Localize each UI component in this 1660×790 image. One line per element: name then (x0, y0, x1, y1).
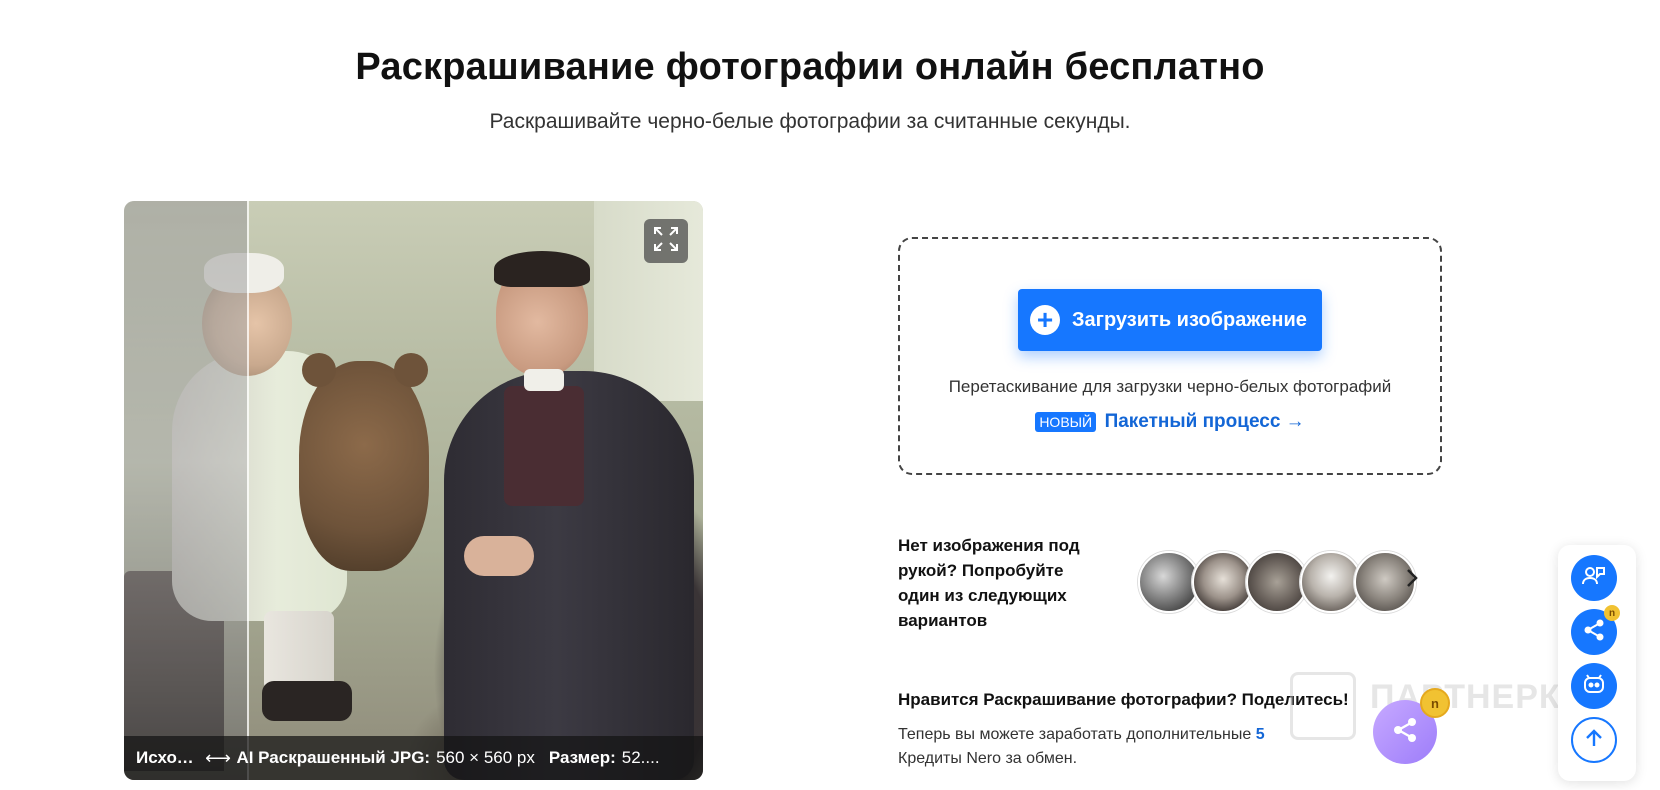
support-icon (1581, 563, 1607, 594)
comparison-preview[interactable]: Исходн... ⟷ AI Раскрашенный JPG: 560 × 5… (124, 201, 703, 780)
coin-icon: n (1420, 688, 1450, 718)
photo-teddy-bear (299, 361, 429, 571)
watermark-icon (1290, 672, 1356, 740)
size-value: 52.... (621, 748, 660, 767)
support-button[interactable] (1571, 555, 1617, 601)
upload-button-label: Загрузить изображение (1072, 308, 1307, 331)
original-label: Исходн... (136, 748, 200, 767)
upload-dropzone[interactable]: + Загрузить изображение Перетаскивание д… (898, 237, 1442, 475)
result-label: AI Раскрашенный JPG: (236, 748, 431, 767)
compare-arrow-icon: ⟷ (205, 747, 231, 768)
photo-bear-ear (302, 353, 336, 387)
sample-image[interactable] (1192, 551, 1254, 613)
page-subtitle: Раскрашивайте черно-белые фотографии за … (489, 110, 1131, 133)
share-text-after: Кредиты Nero за обмен. (898, 750, 1078, 767)
photo-hands (464, 536, 534, 576)
image-info-bar: Исходн... ⟷ AI Раскрашенный JPG: 560 × 5… (124, 736, 703, 780)
arrow-up-icon (1582, 726, 1606, 755)
share-text-before: Теперь вы можете заработать дополнительн… (898, 726, 1252, 743)
floating-toolbar: n (1558, 545, 1636, 781)
photo-man-hair (494, 251, 590, 287)
page-title: Раскрашивание фотографии онлайн бесплатн… (355, 46, 1265, 88)
share-icon (1581, 617, 1607, 648)
sample-image[interactable] (1246, 551, 1308, 613)
new-badge: НОВЫЙ (1035, 412, 1097, 432)
sample-image[interactable] (1138, 551, 1200, 613)
scroll-top-button[interactable] (1571, 717, 1617, 763)
size-label: Размер: (548, 748, 616, 767)
chevron-right-icon (1404, 565, 1420, 595)
upload-image-button[interactable]: + Загрузить изображение (1018, 289, 1322, 351)
photo-shoes (262, 681, 352, 721)
image-dimensions: 560 × 560 px (436, 748, 535, 767)
batch-process-row: НОВЫЙ Пакетный процесс → (900, 411, 1440, 433)
expand-icon (652, 225, 680, 258)
plus-icon: + (1030, 305, 1060, 335)
photo-collar (524, 369, 564, 391)
photo-bear-ear (394, 353, 428, 387)
drag-hint: Перетаскивание для загрузки черно-белых … (948, 377, 1392, 396)
share-text: Теперь вы можете заработать дополнительн… (898, 723, 1338, 771)
share-icon (1390, 715, 1420, 750)
credits-count: 5 (1255, 726, 1265, 743)
photo-girl-legs (264, 611, 334, 691)
sample-image[interactable] (1300, 551, 1362, 613)
batch-process-link[interactable]: Пакетный процесс → (1105, 411, 1305, 432)
coin-icon: n (1604, 605, 1620, 621)
photo-vest (504, 386, 584, 506)
fullscreen-button[interactable] (644, 219, 688, 263)
sample-prompt: Нет изображения под рукой? Попробуйте од… (898, 536, 1080, 630)
ai-assistant-button[interactable] (1571, 663, 1617, 709)
samples-next-button[interactable] (1404, 565, 1420, 596)
comparison-slider-handle[interactable] (247, 201, 249, 780)
original-grayscale-half (124, 201, 247, 780)
robot-icon (1581, 671, 1607, 702)
share-title: Нравится Раскрашивание фотографии? Подел… (898, 690, 1349, 709)
sample-images (1138, 551, 1416, 613)
